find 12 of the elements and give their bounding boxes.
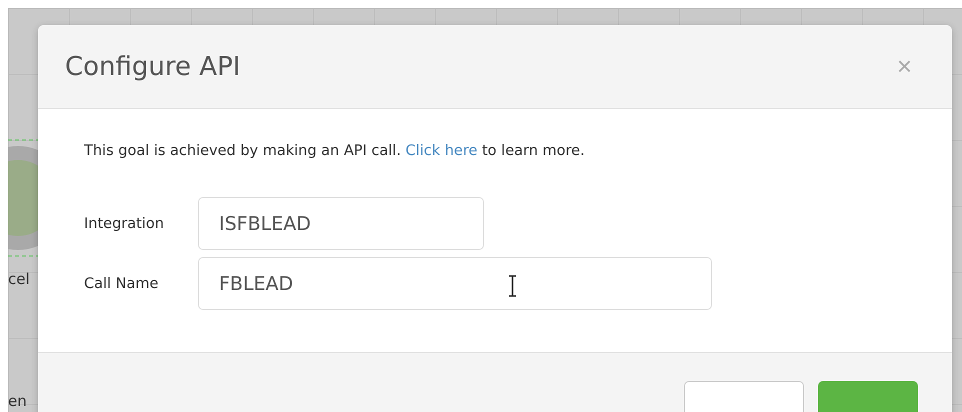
- text-field[interactable]: FBLEAD: [198, 257, 712, 310]
- learn-more-link[interactable]: Click here: [406, 143, 478, 159]
- dialog-title: Configure API: [65, 52, 240, 82]
- text-field[interactable]: ISFBLEAD: [198, 197, 484, 250]
- node-label: cel: [8, 270, 30, 288]
- confirm-button[interactable]: [818, 381, 918, 412]
- cancel-button[interactable]: [684, 381, 804, 412]
- field-label: Call Name: [84, 276, 160, 292]
- node-label: en: [8, 392, 27, 410]
- text-cursor-icon: [508, 275, 517, 297]
- intro-text: This goal is achieved by making an API call. Click here to learn more.: [84, 143, 586, 159]
- field-label: Integration: [84, 216, 165, 232]
